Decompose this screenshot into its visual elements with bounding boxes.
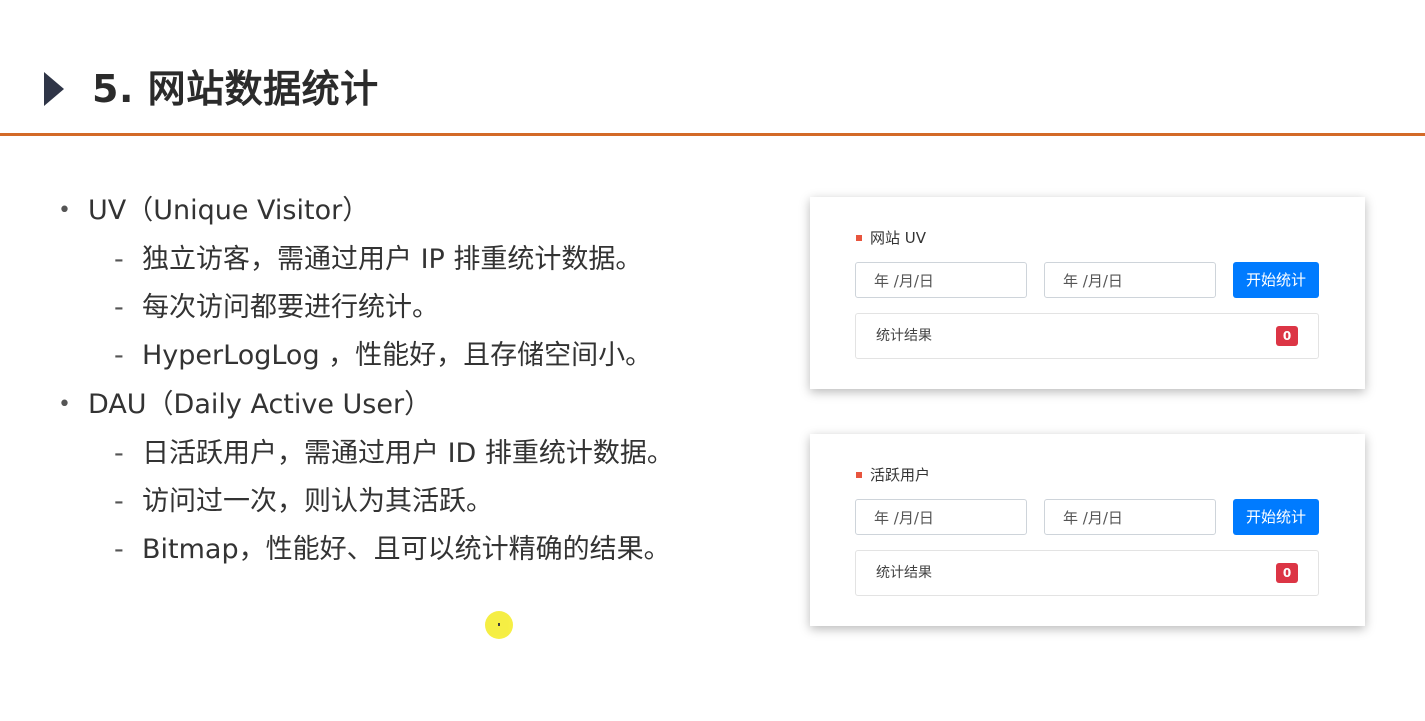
dau-result-badge: 0 (1276, 563, 1298, 583)
bullet-item: • UV（Unique Visitor） (56, 186, 776, 236)
section-marker-icon (856, 471, 862, 478)
dash-icon: - (114, 244, 124, 275)
bullet-item: • DAU（Daily Active User） (56, 380, 776, 430)
dash-icon: - (114, 486, 124, 517)
dau-start-button[interactable]: 开始统计 (1233, 499, 1319, 535)
dau-start-date-input[interactable]: 年 /月/日 (855, 499, 1027, 535)
sub-bullet-item: - Bitmap，性能好、且可以统计精确的结果。 (56, 526, 776, 574)
bullet-text: UV（Unique Visitor） (88, 195, 370, 226)
sub-bullet-item: - 每次访问都要进行统计。 (56, 284, 776, 332)
bullet-list: • UV（Unique Visitor） - 独立访客，需通过用户 IP 排重统… (56, 186, 776, 574)
sub-bullet-item: - 独立访客，需通过用户 IP 排重统计数据。 (56, 236, 776, 284)
dau-result-label: 统计结果 (876, 565, 932, 581)
slide: 5. 网站数据统计 • UV（Unique Visitor） - 独立访客，需通… (0, 0, 1425, 721)
sub-bullet-text: 独立访客，需通过用户 IP 排重统计数据。 (142, 244, 643, 275)
uv-end-date-input[interactable]: 年 /月/日 (1044, 262, 1216, 298)
uv-result-badge: 0 (1276, 326, 1298, 346)
dau-card-header: 活跃用户 (856, 464, 930, 486)
dau-card-title: 活跃用户 (870, 466, 931, 484)
section-marker-icon (856, 234, 862, 241)
cursor-highlight-icon (485, 611, 513, 639)
uv-start-date-input[interactable]: 年 /月/日 (855, 262, 1027, 298)
uv-card: 网站 UV 年 /月/日 年 /月/日 开始统计 统计结果 0 (810, 197, 1365, 389)
dash-icon: - (114, 340, 124, 371)
bullet-group-dau: • DAU（Daily Active User） - 日活跃用户，需通过用户 I… (56, 380, 776, 574)
page-title: 5. 网站数据统计 (92, 67, 379, 111)
dash-icon: - (114, 292, 124, 323)
sub-bullet-text: HyperLogLog ，性能好，且存储空间小。 (142, 340, 653, 371)
title-arrow-icon (44, 72, 64, 106)
dau-end-date-input[interactable]: 年 /月/日 (1044, 499, 1216, 535)
dau-card: 活跃用户 年 /月/日 年 /月/日 开始统计 统计结果 0 (810, 434, 1365, 626)
sub-bullet-text: 日活跃用户，需通过用户 ID 排重统计数据。 (142, 438, 674, 469)
bullet-dot-icon: • (58, 392, 71, 417)
sub-bullet-text: 访问过一次，则认为其活跃。 (142, 486, 493, 517)
sub-bullet-item: - 访问过一次，则认为其活跃。 (56, 478, 776, 526)
title-divider (0, 133, 1425, 136)
uv-start-button[interactable]: 开始统计 (1233, 262, 1319, 298)
uv-card-header: 网站 UV (856, 227, 926, 249)
dau-result-box: 统计结果 0 (855, 550, 1319, 596)
bullet-dot-icon: • (58, 198, 71, 223)
bullet-text: DAU（Daily Active User） (88, 389, 432, 420)
uv-card-title: 网站 UV (870, 229, 927, 247)
sub-bullet-item: - HyperLogLog ，性能好，且存储空间小。 (56, 332, 776, 380)
uv-result-box: 统计结果 0 (855, 313, 1319, 359)
sub-bullet-item: - 日活跃用户，需通过用户 ID 排重统计数据。 (56, 430, 776, 478)
bullet-group-uv: • UV（Unique Visitor） - 独立访客，需通过用户 IP 排重统… (56, 186, 776, 380)
sub-bullet-text: Bitmap，性能好、且可以统计精确的结果。 (142, 534, 671, 565)
dash-icon: - (114, 534, 124, 565)
uv-result-label: 统计结果 (876, 328, 932, 344)
sub-bullet-text: 每次访问都要进行统计。 (142, 292, 439, 323)
dash-icon: - (114, 438, 124, 469)
